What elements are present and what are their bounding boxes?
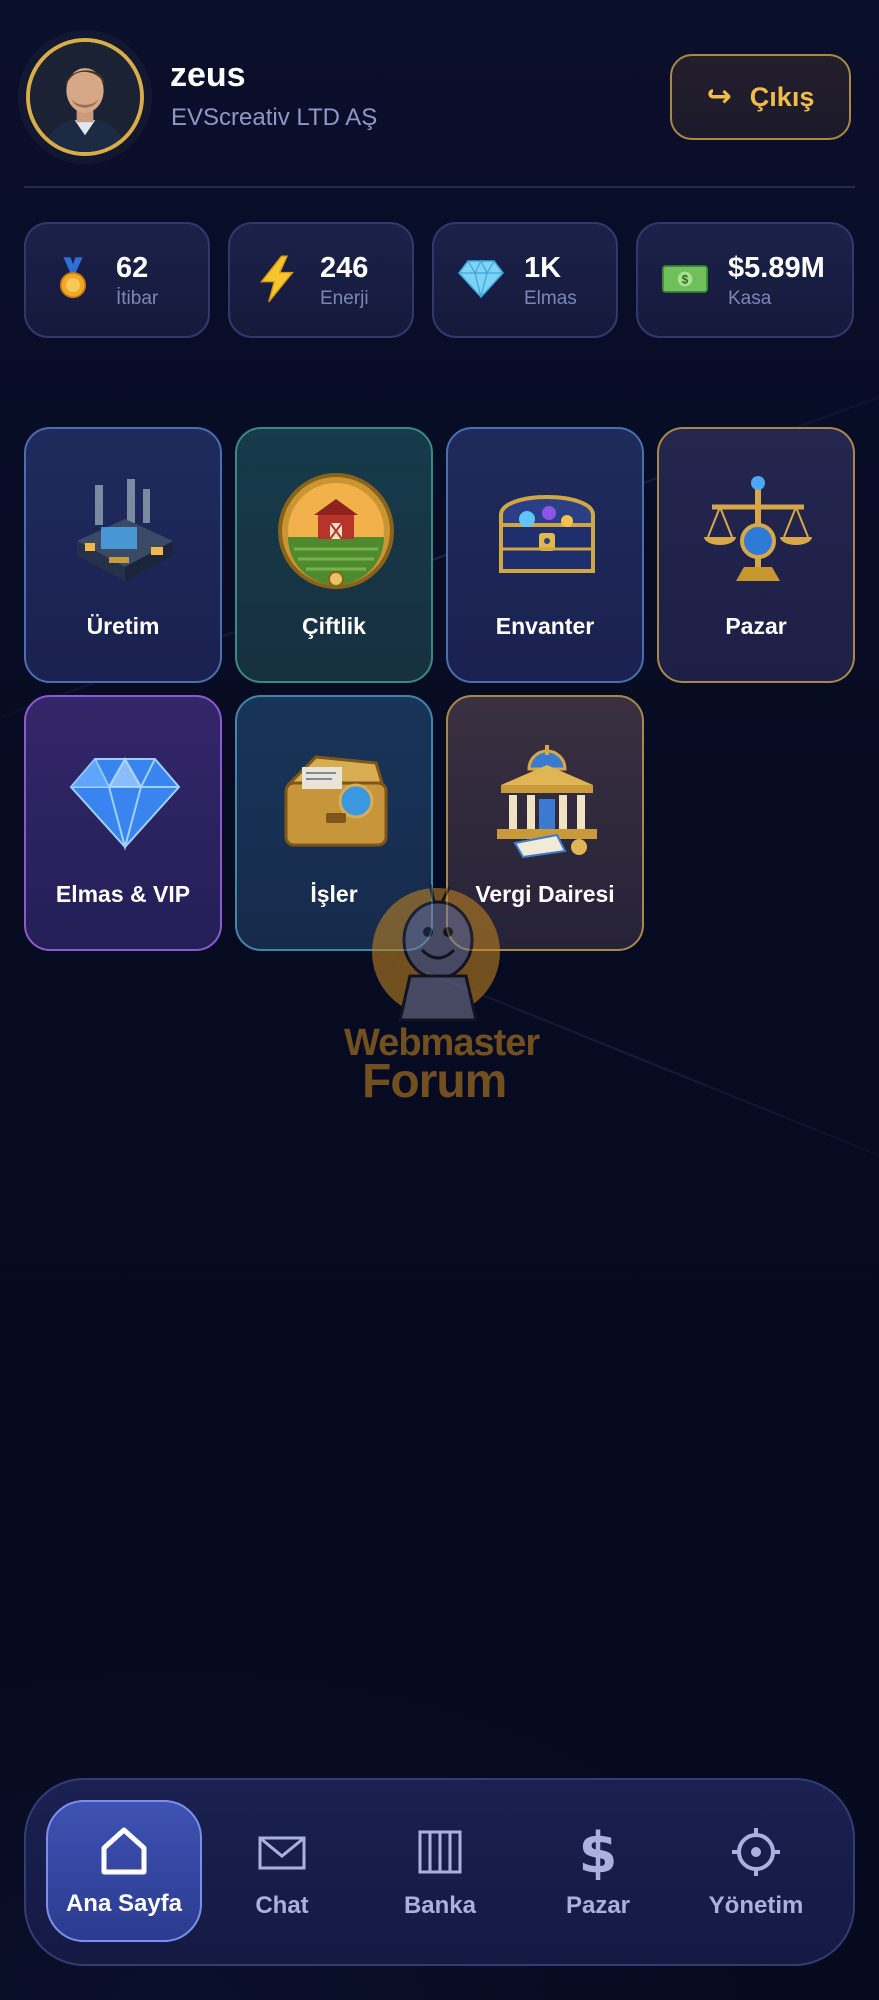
stat-enerji[interactable]: 246 Enerji [228, 222, 414, 338]
nav-ana-sayfa[interactable]: Ana Sayfa [46, 1800, 202, 1942]
bank-icon [410, 1824, 470, 1880]
username: zeus [170, 56, 246, 94]
nav-label: Chat [255, 1892, 309, 1919]
tile-envanter[interactable]: Envanter [446, 427, 644, 683]
farm-icon [276, 471, 396, 591]
header-divider [24, 186, 855, 188]
lightning-icon [254, 254, 300, 304]
stat-itibar[interactable]: 62 İtibar [24, 222, 210, 338]
profile-header: zeus EVScreativ LTD AŞ ↪ Çıkış [0, 0, 879, 190]
treasure-chest-icon [487, 471, 607, 591]
stat-label: İtibar [116, 288, 159, 309]
avatar[interactable] [26, 38, 144, 156]
nav-yonetim[interactable]: Yönetim [678, 1800, 834, 1942]
tile-uretim[interactable]: Üretim [24, 427, 222, 683]
stat-value: 1K [524, 252, 562, 284]
tile-label: Envanter [495, 613, 595, 639]
logout-button[interactable]: ↪ Çıkış [670, 54, 851, 140]
tile-pazar[interactable]: Pazar [657, 427, 855, 683]
tile-label: Çiftlik [302, 613, 366, 639]
nav-chat[interactable]: Chat [204, 1800, 360, 1942]
nav-label: Banka [403, 1892, 477, 1919]
stat-kasa[interactable]: $ $5.89M Kasa [636, 222, 854, 338]
factory-icon [65, 471, 185, 591]
briefcase-icon [276, 739, 396, 859]
tile-label: Elmas & VIP [55, 881, 191, 907]
nav-label: Pazar [565, 1892, 631, 1919]
nav-label: Yönetim [708, 1892, 804, 1919]
company-name: EVScreativ LTD AŞ [171, 104, 378, 131]
diamond-icon [65, 739, 185, 859]
app-screen: zeus EVScreativ LTD AŞ ↪ Çıkış 62 İtibar… [0, 0, 879, 2000]
gear-icon [726, 1824, 786, 1880]
nav-pazar[interactable]: $ Pazar [520, 1800, 676, 1942]
stat-value: 62 [116, 252, 149, 284]
dollar-icon: $ [568, 1824, 628, 1880]
watermark-logo: Webmaster Forum [340, 880, 560, 1110]
stat-value: 246 [320, 252, 369, 284]
envelope-icon [252, 1824, 312, 1880]
diamond-icon [458, 254, 504, 304]
nav-banka[interactable]: Banka [362, 1800, 518, 1942]
nav-label: Ana Sayfa [65, 1890, 183, 1917]
stat-value: $5.89M [728, 252, 825, 284]
bottom-navigation: Ana Sayfa Chat Banka $ Pazar Yönetim [24, 1778, 855, 1966]
svg-text:$: $ [579, 1824, 618, 1880]
stat-elmas[interactable]: 1K Elmas [432, 222, 618, 338]
tile-label: Üretim [86, 613, 160, 639]
money-icon: $ [662, 254, 708, 304]
logout-arrow-icon: ↪ [706, 80, 732, 113]
stat-label: Kasa [728, 288, 772, 309]
stat-label: Enerji [320, 288, 369, 309]
logout-label: Çıkış [749, 81, 815, 112]
stat-label: Elmas [524, 288, 577, 309]
tile-label: Pazar [725, 613, 787, 639]
svg-text:$: $ [682, 273, 689, 287]
home-icon [94, 1822, 154, 1878]
scales-icon [698, 471, 818, 591]
tax-office-icon [487, 739, 607, 859]
tile-ciftlik[interactable]: Çiftlik [235, 427, 433, 683]
tile-elmas-vip[interactable]: Elmas & VIP [24, 695, 222, 951]
watermark-text: Forum [362, 1055, 507, 1108]
medal-icon [50, 254, 96, 304]
